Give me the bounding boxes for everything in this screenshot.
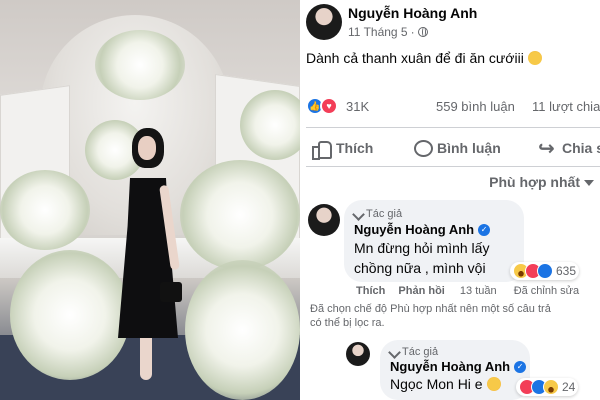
author-badge-label: Tác giả (402, 346, 439, 358)
globe-icon (417, 27, 428, 37)
photo-flowers (10, 250, 130, 380)
post-text-content: Dành cả thanh xuân để đi ăn cướiii (306, 50, 524, 66)
author-name[interactable]: Nguyễn Hoàng Anh (348, 5, 477, 21)
reply-reaction-count: 24 (562, 380, 576, 394)
post-text: Dành cả thanh xuân để đi ăn cướiii (306, 50, 542, 66)
post-date[interactable]: 11 Tháng 5 (348, 25, 408, 39)
photo-person-face (138, 136, 156, 160)
comment-edited: Đã chỉnh sửa (513, 285, 580, 297)
love-reaction-icon: ♥ (320, 97, 338, 115)
photo-flowers (180, 160, 300, 270)
comment-author-name[interactable]: Nguyễn Hoàng Anh ✓ (354, 222, 491, 237)
comment-sort-dropdown[interactable]: Phù hợp nhất (489, 174, 594, 190)
reply-author-name[interactable]: Nguyễn Hoàng Anh ✓ (390, 359, 527, 374)
divider-top (306, 127, 600, 128)
author-avatar[interactable] (306, 4, 342, 40)
chevron-down-icon (584, 180, 594, 187)
filter-note: Đã chọn chế độ Phù hợp nhất nên một số c… (310, 302, 600, 330)
reply-author-name-text: Nguyễn Hoàng Anh (390, 359, 511, 374)
pen-icon (352, 207, 365, 221)
share-button-label: Chia sẻ (562, 140, 600, 156)
author-badge: Tác giả (352, 207, 403, 221)
verified-badge-icon: ✓ (478, 223, 491, 236)
reply-text: Ngọc Mon Hi e (390, 376, 501, 392)
photo-flowers (0, 170, 90, 250)
share-arrow-icon (538, 136, 556, 161)
comment-reply-link[interactable]: Phản hồi (398, 285, 444, 297)
smiling-hearts-emoji-icon (486, 377, 501, 391)
comment-bubble: Tác giả Nguyễn Hoàng Anh ✓ Mn đừng hỏi m… (344, 200, 524, 282)
comment-button-label: Bình luận (437, 140, 501, 156)
wedding-photo[interactable] (0, 0, 300, 400)
reaction-count[interactable]: 31K (346, 99, 369, 114)
comment-button[interactable]: Bình luận (413, 132, 501, 164)
comment-avatar[interactable] (308, 204, 340, 236)
thumbs-up-icon (312, 139, 332, 160)
filter-note-line-2: có thể bị lọc ra. (310, 317, 385, 329)
like-button[interactable]: Thích (312, 132, 373, 164)
share-button[interactable]: Chia sẻ (538, 132, 600, 164)
author-badge-label: Tác giả (366, 208, 403, 220)
reaction-icons[interactable]: 👍 ♥ (306, 97, 338, 115)
divider-bottom (306, 166, 600, 167)
photo-handbag (160, 282, 182, 302)
comment-actions: Thích Phản hồi 13 tuần Đã chỉnh sửa (356, 285, 579, 297)
like-button-label: Thích (336, 140, 374, 156)
comment-reactions[interactable]: 635 (510, 262, 580, 280)
post-action-bar: Thích Bình luận Chia sẻ (300, 132, 600, 164)
post-meta: 11 Tháng 5 · (348, 25, 428, 39)
facebook-post: Nguyễn Hoàng Anh 11 Tháng 5 · Dành cả th… (300, 0, 600, 400)
comment-count[interactable]: 559 bình luận (436, 99, 515, 114)
reply-reactions[interactable]: 24 (516, 378, 579, 396)
comment-text-line-2: chồng nữa , mình vội (354, 260, 486, 276)
comment-like-link[interactable]: Thích (356, 285, 385, 297)
haha-reaction-icon (543, 379, 559, 395)
comment-time[interactable]: 13 tuần (460, 285, 497, 297)
verified-badge-icon: ✓ (514, 360, 527, 373)
reply-bubble: Tác giả Nguyễn Hoàng Anh ✓ Ngọc Mon Hi e (380, 340, 530, 400)
reply-text-content: Ngọc Mon Hi e (390, 376, 483, 392)
sweat-smile-emoji-icon (527, 51, 542, 65)
comment-bubble-icon (413, 139, 433, 157)
photo-flowers (95, 30, 185, 100)
share-count[interactable]: 11 lượt chia sẻ (532, 99, 600, 114)
comment-text-line-1: Mn đừng hỏi mình lấy (354, 240, 490, 256)
like-reaction-icon (537, 263, 553, 279)
comment-author-name-text: Nguyễn Hoàng Anh (354, 222, 475, 237)
filter-note-line-1: Đã chọn chế độ Phù hợp nhất nên một số c… (310, 303, 551, 315)
sort-label-text: Phù hợp nhất (489, 174, 580, 190)
photo-flowers (185, 260, 300, 400)
comment-reaction-count: 635 (556, 264, 577, 278)
meta-separator: · (410, 25, 415, 39)
reply-avatar[interactable] (346, 342, 370, 366)
pen-icon (388, 345, 401, 359)
author-badge: Tác giả (388, 345, 439, 359)
reactions-summary: 👍 ♥ 31K 559 bình luận 11 lượt chia sẻ (306, 97, 600, 117)
